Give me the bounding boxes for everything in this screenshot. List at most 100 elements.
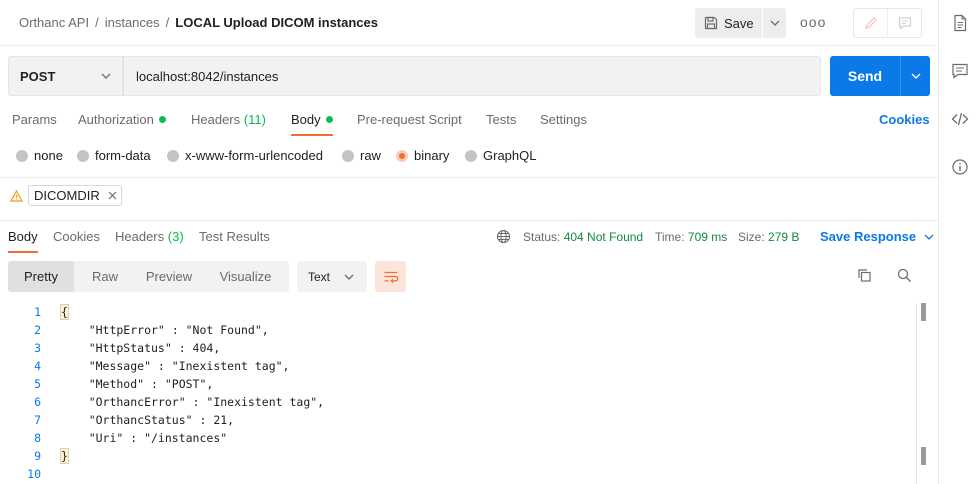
comment-icon[interactable] [951, 62, 969, 80]
radio-label: x-www-form-urlencoded [185, 148, 323, 163]
chevron-down-icon [344, 274, 354, 280]
code-text: "OrthancStatus" : 21, [61, 413, 235, 427]
breadcrumb-folder[interactable]: instances [105, 15, 160, 30]
code-line: 8 "Uri" : "/instances" [0, 429, 900, 447]
radio-circle [167, 149, 179, 162]
tab-pre-request-script[interactable]: Pre-request Script [357, 112, 462, 127]
file-chip[interactable]: DICOMDIR [28, 185, 122, 206]
info-icon[interactable] [951, 158, 969, 176]
response-tab-body[interactable]: Body [8, 229, 38, 253]
code-icon[interactable] [951, 110, 969, 128]
time-label: Time: [655, 230, 685, 244]
radio-raw[interactable]: raw [342, 148, 381, 163]
format-select[interactable]: Text [297, 261, 367, 292]
request-title[interactable]: LOCAL Upload DICOM instances [175, 15, 378, 30]
tab-params[interactable]: Params [12, 112, 57, 127]
scrollbar-thumb[interactable] [921, 447, 926, 465]
comment-button[interactable] [888, 9, 921, 37]
line-number: 10 [27, 467, 41, 481]
send-button[interactable]: Send [830, 56, 900, 96]
tab-body[interactable]: Body [291, 112, 333, 136]
breadcrumb-separator: / [95, 15, 99, 30]
line-number: 6 [34, 395, 41, 409]
tab-label: Body [291, 112, 321, 127]
view-mode-segmented: Pretty Raw Preview Visualize [8, 261, 289, 292]
code-text: "Uri" : "/instances" [61, 431, 228, 445]
code-text: "HttpStatus" : 404, [61, 341, 221, 355]
url-value: localhost:8042/instances [136, 68, 279, 84]
size-value: 279 B [768, 230, 800, 244]
view-preview[interactable]: Preview [136, 261, 202, 292]
globe-icon[interactable] [496, 229, 511, 244]
editor-gutter-rule [916, 303, 917, 484]
radio-none[interactable]: none [16, 148, 63, 163]
response-body-editor[interactable]: 1{ 2 "HttpError" : "Not Found", 3 "HttpS… [0, 303, 938, 484]
radio-graphql[interactable]: GraphQL [465, 148, 536, 163]
view-visualize[interactable]: Visualize [202, 261, 289, 292]
radio-x-www-form-urlencoded[interactable]: x-www-form-urlencoded [167, 148, 323, 163]
tab-settings[interactable]: Settings [540, 112, 587, 127]
url-input[interactable]: localhost:8042/instances [123, 56, 821, 96]
tab-headers[interactable]: Headers (11) [191, 112, 266, 127]
view-raw[interactable]: Raw [74, 261, 136, 292]
tab-label: Params [12, 112, 57, 127]
view-pretty[interactable]: Pretty [8, 261, 74, 292]
chevron-down-icon [101, 73, 111, 79]
line-number: 7 [34, 413, 41, 427]
wrap-lines-button[interactable] [375, 261, 406, 292]
tab-tests[interactable]: Tests [486, 112, 516, 127]
code-text: "OrthancError" : "Inexistent tag", [61, 395, 325, 409]
chevron-down-icon [770, 20, 779, 26]
code-line: 5 "Method" : "POST", [0, 375, 900, 393]
radio-circle [77, 149, 89, 162]
search-icon[interactable] [897, 268, 912, 283]
selected-file: DICOMDIR [10, 185, 122, 206]
tab-label: Tests [486, 112, 517, 127]
radio-label: GraphQL [483, 148, 537, 163]
save-dropdown-button[interactable] [763, 8, 786, 38]
method-select[interactable]: POST [8, 56, 123, 96]
code-text: "Method" : "POST", [61, 377, 214, 391]
status-label: Status: [523, 230, 561, 244]
radio-binary[interactable]: binary [396, 148, 449, 163]
header-icon-group [853, 8, 922, 38]
edit-button[interactable] [854, 9, 888, 37]
tab-label: Cookies [53, 229, 100, 244]
radio-circle [465, 149, 477, 162]
radio-circle-selected [396, 149, 408, 162]
more-actions-button[interactable]: ooo [800, 14, 826, 30]
response-tab-cookies[interactable]: Cookies [53, 229, 100, 244]
tab-label: Authorization [78, 112, 154, 127]
code-line: 9} [0, 447, 900, 465]
line-number: 2 [34, 323, 41, 337]
document-icon[interactable] [951, 14, 969, 32]
cookies-link[interactable]: Cookies [879, 112, 930, 127]
send-dropdown-button[interactable] [900, 56, 930, 96]
warning-icon [10, 189, 23, 202]
scrollbar-thumb[interactable] [921, 303, 926, 321]
code-line: 3 "HttpStatus" : 404, [0, 339, 900, 357]
code-text: "Message" : "Inexistent tag", [61, 359, 290, 373]
file-name: DICOMDIR [34, 188, 100, 203]
copy-icon[interactable] [857, 268, 872, 283]
right-sidebar [938, 0, 979, 484]
response-tab-headers[interactable]: Headers (3) [115, 229, 184, 244]
main-panel: Orthanc API / instances / LOCAL Upload DICOM… [0, 0, 938, 484]
code-line: 7 "OrthancStatus" : 21, [0, 411, 900, 429]
code-line: 6 "OrthancError" : "Inexistent tag", [0, 393, 900, 411]
radio-form-data[interactable]: form-data [77, 148, 151, 163]
tab-authorization[interactable]: Authorization [78, 112, 166, 127]
tab-label: Body [8, 229, 38, 244]
line-number: 5 [34, 377, 41, 391]
breadcrumb-collection[interactable]: Orthanc API [19, 15, 89, 30]
close-icon[interactable] [108, 191, 117, 200]
response-tab-test-results[interactable]: Test Results [199, 229, 270, 244]
code-line: 1{ [0, 303, 900, 321]
radio-label: raw [360, 148, 381, 163]
response-size: Size: 279 B [738, 230, 799, 244]
save-response-button[interactable]: Save Response [820, 229, 934, 244]
line-number: 3 [34, 341, 41, 355]
line-number: 4 [34, 359, 41, 373]
save-button[interactable]: Save [695, 8, 762, 38]
wrap-icon [384, 271, 398, 283]
